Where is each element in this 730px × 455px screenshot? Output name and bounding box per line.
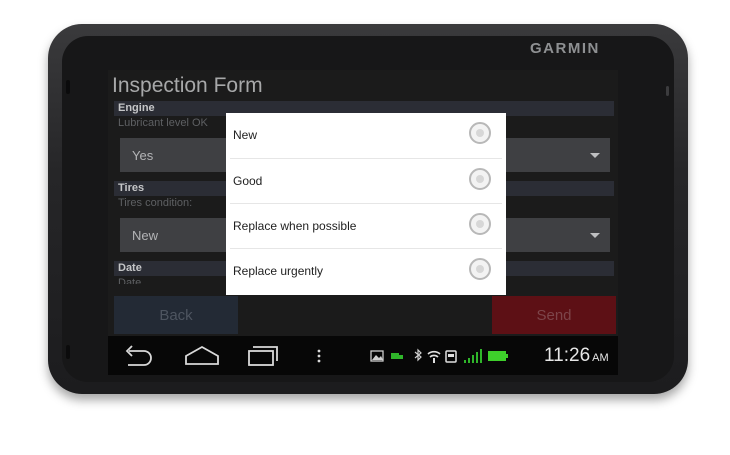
image-notification-icon xyxy=(370,350,384,362)
menu-icon[interactable] xyxy=(314,342,324,368)
option-replace-urgently[interactable]: Replace urgently xyxy=(226,249,506,293)
status-clock: 11:26 AM xyxy=(544,345,609,367)
battery-icon xyxy=(488,351,508,361)
radio-button[interactable] xyxy=(469,122,491,144)
back-icon[interactable] xyxy=(120,342,156,368)
clock-time: 11:26 xyxy=(544,345,591,366)
section-label: Date xyxy=(118,262,142,274)
option-label: Replace urgently xyxy=(233,264,324,278)
select-value: New xyxy=(132,228,159,243)
option-new[interactable]: New xyxy=(226,113,506,157)
back-button[interactable]: Back xyxy=(114,296,238,334)
chevron-down-icon xyxy=(590,153,600,158)
wifi-icon xyxy=(427,350,441,363)
status-icons xyxy=(370,348,508,363)
select-value: Yes xyxy=(132,148,154,163)
recent-apps-icon[interactable] xyxy=(244,342,280,368)
radio-button[interactable] xyxy=(469,168,491,190)
question-label: Date xyxy=(118,277,142,284)
question-label: Tires condition: xyxy=(118,197,193,209)
section-label: Engine xyxy=(118,102,155,114)
radio-button[interactable] xyxy=(469,258,491,280)
system-navbar: 11:26 AM xyxy=(108,336,618,375)
card-icon xyxy=(445,350,457,363)
section-label: Tires xyxy=(118,182,145,194)
question-label: Lubricant level OK xyxy=(118,117,208,129)
option-label: Replace when possible xyxy=(233,219,357,233)
page-title: Inspection Form xyxy=(112,74,263,97)
clock-ampm: AM xyxy=(592,352,609,364)
home-icon[interactable] xyxy=(182,342,222,368)
bluetooth-icon xyxy=(414,348,422,362)
option-good[interactable]: Good xyxy=(226,159,506,203)
side-button-bottom xyxy=(66,345,70,359)
option-label: New xyxy=(233,128,258,142)
selection-dialog: New Good Replace when possible Replace u… xyxy=(226,113,506,295)
side-sensor xyxy=(666,86,669,96)
side-button-top xyxy=(66,80,70,94)
truck-icon xyxy=(391,353,403,359)
device-screen: Inspection Form Engine Lubricant level O… xyxy=(108,70,618,375)
option-replace-when-possible[interactable]: Replace when possible xyxy=(226,204,506,248)
brand-logo: GARMIN xyxy=(530,40,600,57)
signal-icon xyxy=(464,349,482,363)
send-button[interactable]: Send xyxy=(492,296,616,334)
chevron-down-icon xyxy=(590,233,600,238)
option-label: Good xyxy=(233,174,263,188)
radio-button[interactable] xyxy=(469,213,491,235)
